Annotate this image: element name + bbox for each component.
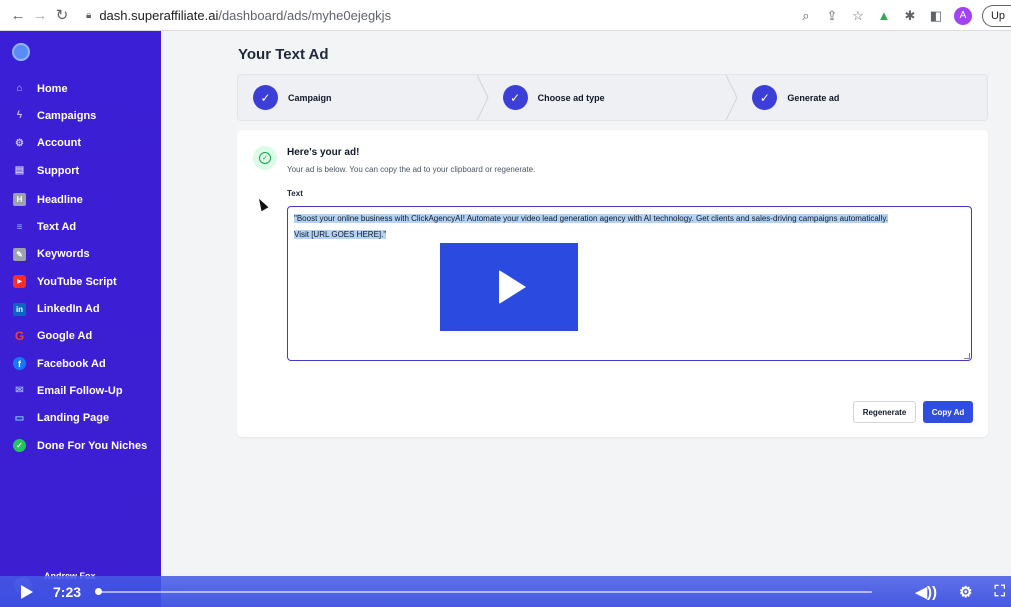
linkedin-icon: in: [13, 302, 26, 316]
sidebar-item-account[interactable]: ⚙ Account: [0, 130, 161, 157]
facebook-icon: f: [13, 357, 26, 371]
fullscreen-icon[interactable]: ⛶: [994, 583, 1005, 600]
forward-arrow-icon[interactable]: →: [29, 4, 51, 26]
back-arrow-icon[interactable]: ←: [7, 4, 29, 26]
sidebar-item-home[interactable]: ⌂ Home: [0, 75, 161, 102]
sidebar-item-label: Email Follow-Up: [37, 384, 123, 397]
ad-text-line: Visit [URL GOES HERE].": [294, 230, 387, 239]
side-panel-icon[interactable]: ◧: [928, 8, 944, 24]
sidebar-item-label: Google Ad: [37, 330, 93, 343]
reload-icon[interactable]: ↻: [51, 4, 73, 26]
step-generate-ad[interactable]: ✓ Generate ad: [737, 75, 987, 120]
sidebar-item-youtube-script[interactable]: ▶ YouTube Script: [0, 268, 161, 295]
browser-toolbar: ← → ↻ 🔒︎ dash.superaffiliate.ai/dashboar…: [0, 0, 1011, 31]
check-icon: ✓: [752, 85, 778, 110]
bolt-icon: ϟ: [16, 110, 23, 122]
video-control-icons: ◀)) ⚙ ⛶: [916, 576, 1006, 607]
volume-icon[interactable]: ◀)): [916, 583, 938, 601]
video-progress-knob[interactable]: [95, 588, 102, 595]
sidebar-item-landing-page[interactable]: ▭ Landing Page: [0, 405, 161, 432]
result-subtitle: Your ad is below. You can copy the ad to…: [287, 165, 536, 174]
sidebar-item-label: Campaigns: [37, 109, 97, 122]
step-progress: ✓ Campaign ✓ Choose ad type ✓ Generate a…: [237, 74, 988, 121]
check-icon: ✓: [502, 85, 528, 110]
landing-page-icon: ▭: [14, 412, 25, 424]
sidebar-item-campaigns[interactable]: ϟ Campaigns: [0, 102, 161, 129]
text-field-label: Text: [287, 189, 303, 198]
sidebar-item-facebook-ad[interactable]: f Facebook Ad: [0, 350, 161, 377]
email-icon: ✉: [15, 385, 24, 397]
update-button[interactable]: Up: [981, 4, 1011, 27]
sidebar: ⌂ Home ϟ Campaigns ⚙ Account ▤ Support H Head…: [0, 31, 161, 607]
check-icon: ✓: [253, 85, 278, 110]
lock-icon: 🔒︎: [86, 10, 92, 21]
sidebar-item-label: Landing Page: [37, 412, 110, 425]
sidebar-item-label: YouTube Script: [37, 275, 117, 288]
step-label: Campaign: [288, 92, 332, 103]
sidebar-item-label: Support: [37, 164, 80, 177]
drive-icon[interactable]: ▲: [876, 8, 892, 24]
sidebar-item-label: Account: [37, 137, 81, 150]
sidebar-item-text-ad[interactable]: ≡ Text Ad: [0, 213, 161, 240]
address-bar[interactable]: 🔒︎ dash.superaffiliate.ai/dashboard/ads/…: [86, 4, 886, 27]
profile-avatar[interactable]: A: [953, 6, 972, 25]
sidebar-item-done-for-you-niches[interactable]: ✓ Done For You Niches: [0, 432, 161, 459]
chat-icon: ▤: [14, 165, 25, 177]
copy-ad-button[interactable]: Copy Ad: [923, 401, 973, 423]
regenerate-button[interactable]: Regenerate: [853, 401, 916, 423]
settings-gear-icon[interactable]: ⚙: [959, 583, 972, 601]
lines-icon: ≡: [16, 221, 23, 233]
sidebar-item-label: Text Ad: [37, 221, 77, 234]
keywords-icon: ✎: [13, 247, 26, 261]
play-icon: [498, 270, 526, 304]
zoom-icon[interactable]: ⌕: [798, 8, 814, 24]
url-host: dash.superaffiliate.ai: [99, 8, 219, 23]
ad-text-line: "Boost your online business with ClickAg…: [294, 214, 888, 223]
youtube-icon: ▶: [13, 275, 26, 289]
sidebar-item-google-ad[interactable]: G Google Ad: [0, 323, 161, 350]
sidebar-item-label: Home: [37, 82, 68, 95]
step-choose-ad-type[interactable]: ✓ Choose ad type: [488, 75, 738, 120]
home-icon: ⌂: [16, 83, 23, 95]
brand-logo[interactable]: [12, 43, 30, 61]
sidebar-item-linkedin-ad[interactable]: in LinkedIn Ad: [0, 295, 161, 322]
sidebar-item-label: Done For You Niches: [37, 439, 148, 452]
resize-handle[interactable]: [964, 353, 970, 359]
sidebar-item-headline[interactable]: H Headline: [0, 186, 161, 213]
sidebar-item-label: Headline: [37, 193, 83, 206]
video-progress-track[interactable]: [97, 591, 872, 593]
share-icon[interactable]: ⇪: [824, 8, 840, 24]
ad-text-area[interactable]: "Boost your online business with ClickAg…: [287, 206, 972, 361]
sidebar-item-label: Keywords: [37, 248, 90, 261]
ad-result-card: ✓ Here's your ad! Your ad is below. You …: [237, 130, 988, 437]
video-time: 7:23: [53, 583, 82, 600]
page-title: Your Text Ad: [238, 46, 329, 63]
bookmark-star-icon[interactable]: ☆: [850, 8, 866, 24]
url-path: /dashboard/ads/myhe0ejegkjs: [218, 8, 392, 23]
gear-icon: ⚙: [15, 137, 24, 149]
sidebar-item-keywords[interactable]: ✎ Keywords: [0, 241, 161, 268]
check-circle-icon: ✓: [259, 152, 271, 164]
success-badge: ✓: [253, 146, 277, 170]
video-controls: 7:23 ◀)) ⚙ ⛶: [0, 576, 1011, 607]
play-icon[interactable]: [21, 584, 33, 599]
sidebar-item-support[interactable]: ▤ Support: [0, 157, 161, 184]
result-title: Here's your ad!: [287, 147, 360, 158]
extensions-icon[interactable]: ✱: [902, 8, 918, 24]
sidebar-item-label: LinkedIn Ad: [37, 303, 100, 316]
step-campaign[interactable]: ✓ Campaign: [238, 75, 489, 120]
sidebar-item-label: Facebook Ad: [37, 357, 106, 370]
sidebar-item-email-follow-up[interactable]: ✉ Email Follow-Up: [0, 377, 161, 404]
video-play-overlay[interactable]: [440, 243, 578, 331]
google-icon: G: [14, 329, 25, 344]
sidebar-nav: ⌂ Home ϟ Campaigns ⚙ Account ▤ Support H Head…: [0, 75, 161, 459]
check-circle-icon: ✓: [13, 439, 26, 452]
headline-icon: H: [13, 193, 26, 207]
step-label: Choose ad type: [537, 92, 605, 103]
browser-actions: ⌕ ⇪ ☆ ▲ ✱ ◧ A Up: [798, 0, 1011, 31]
step-label: Generate ad: [787, 92, 840, 103]
